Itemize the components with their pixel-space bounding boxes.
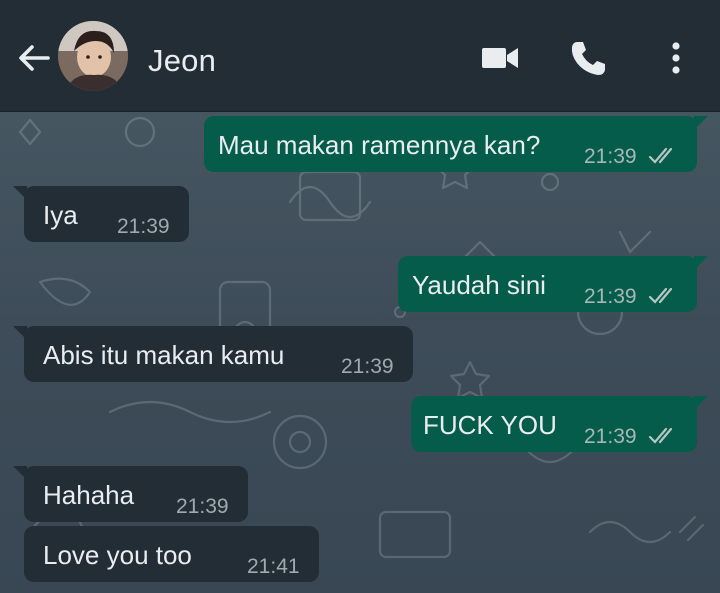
message-bubble-incoming[interactable]: Abis itu makan kamu 21:39	[13, 326, 413, 382]
video-call-icon[interactable]	[480, 38, 520, 78]
read-receipt-icon	[648, 147, 673, 164]
message-time: 21:39	[584, 425, 637, 448]
message-time: 21:39	[584, 145, 637, 168]
chat-wallpaper: Mau makan ramennya kan? 21:39 Iya 21:39 …	[0, 112, 720, 593]
message-text: Hahaha	[43, 480, 135, 510]
message-text: Mau makan ramennya kan?	[218, 130, 541, 160]
message-text: FUCK YOU	[423, 410, 557, 440]
message-bubble-incoming[interactable]: Hahaha 21:39	[13, 466, 248, 522]
message-bubble-incoming[interactable]: Iya 21:39	[13, 186, 189, 242]
avatar[interactable]	[58, 21, 128, 91]
message-bubble-outgoing[interactable]: FUCK YOU 21:39	[411, 396, 708, 452]
chat-header: Jeon	[0, 0, 720, 112]
contact-name[interactable]: Jeon	[148, 43, 216, 79]
phone-icon[interactable]	[568, 38, 608, 78]
message-time: 21:39	[584, 285, 637, 308]
message-text: Abis itu makan kamu	[43, 340, 285, 370]
message-time: 21:41	[247, 555, 300, 578]
message-time: 21:39	[117, 215, 170, 238]
message-time: 21:39	[176, 495, 229, 518]
message-time: 21:39	[341, 355, 394, 378]
back-arrow-icon[interactable]	[16, 40, 52, 76]
message-text: Yaudah sini	[412, 270, 546, 300]
message-text: Love you too	[43, 540, 192, 570]
more-vert-icon[interactable]	[656, 38, 696, 78]
message-bubble-incoming[interactable]: Love you too 21:41	[24, 526, 319, 582]
message-text: Iya	[43, 200, 78, 230]
read-receipt-icon	[648, 427, 673, 444]
read-receipt-icon	[648, 287, 673, 304]
message-bubble-outgoing[interactable]: Mau makan ramennya kan? 21:39	[204, 116, 708, 172]
message-bubble-outgoing[interactable]: Yaudah sini 21:39	[398, 256, 708, 312]
